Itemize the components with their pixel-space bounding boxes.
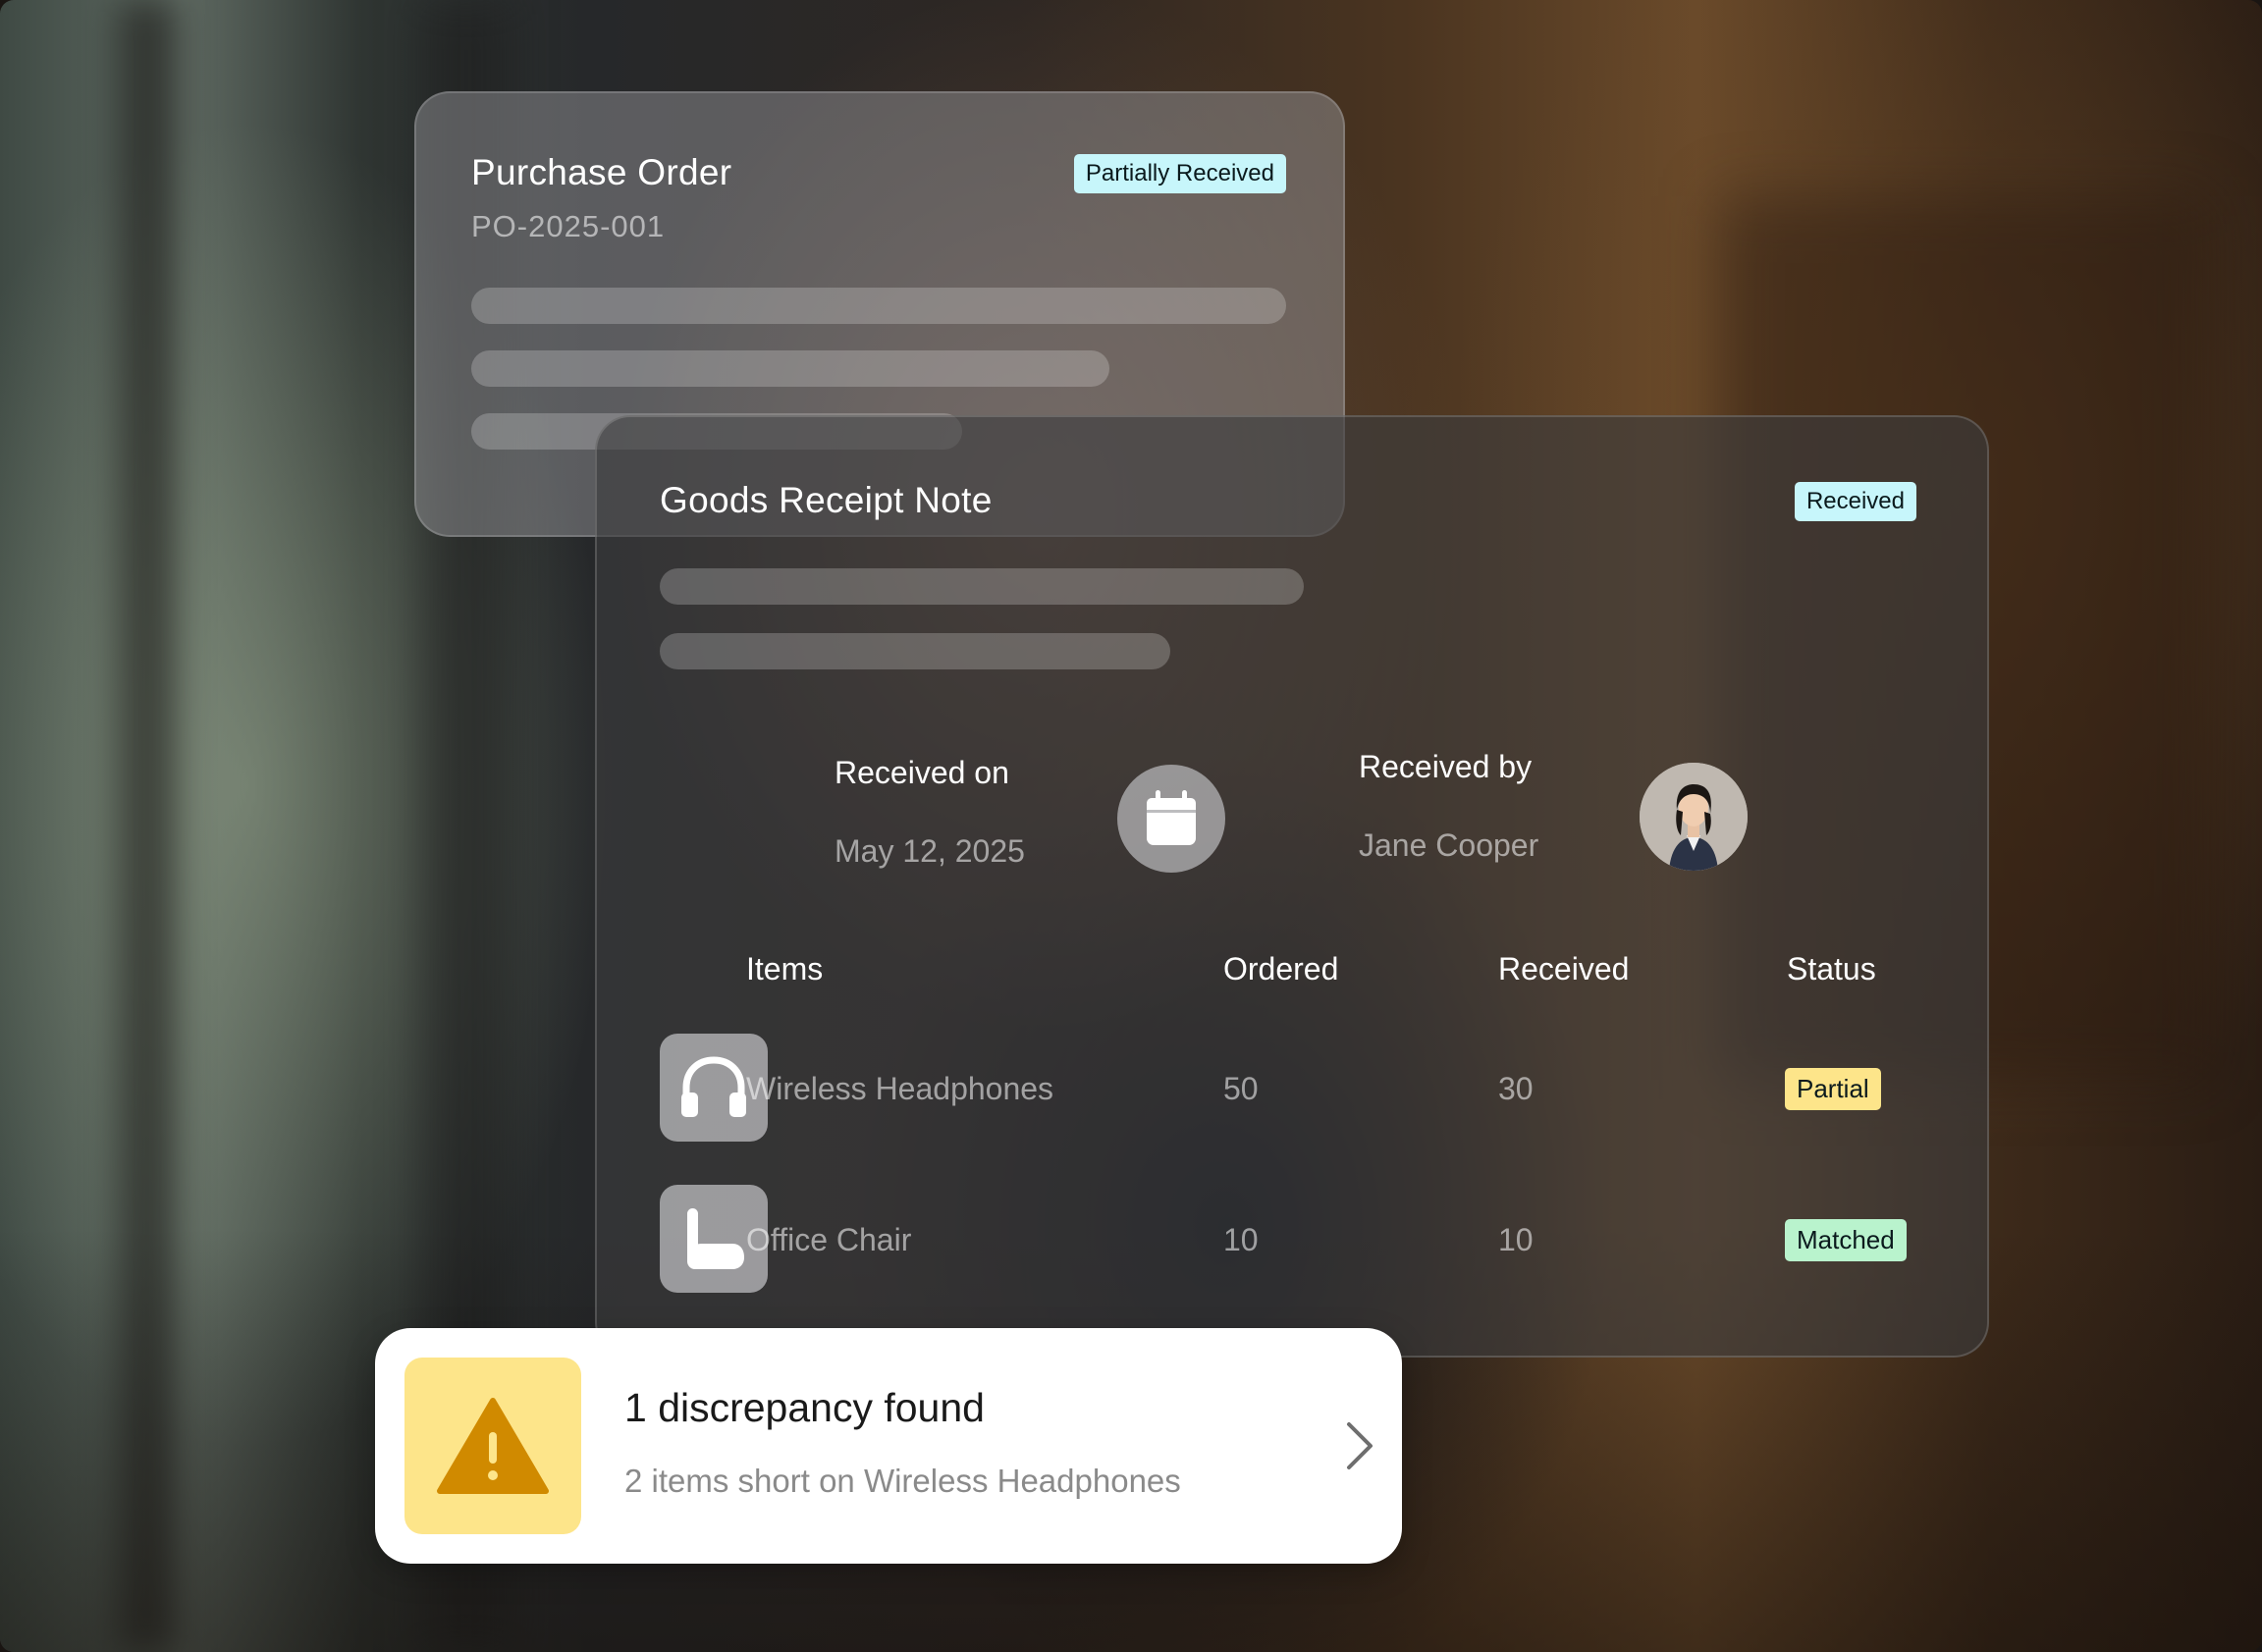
skeleton-line — [660, 568, 1304, 605]
skeleton-line — [471, 288, 1286, 324]
purchase-order-status-badge: Partially Received — [1073, 154, 1286, 193]
column-header-items: Items — [746, 951, 824, 986]
app-stage: Purchase Order PO-2025-001 Partially Rec… — [0, 0, 2262, 1652]
column-header-ordered: Ordered — [1223, 951, 1339, 986]
column-header-received: Received — [1498, 951, 1630, 986]
item-name: Wireless Headphones — [746, 1071, 1054, 1106]
ordered-quantity: 50 — [1223, 1071, 1259, 1106]
goods-receipt-title: Goods Receipt Note — [660, 480, 993, 520]
column-header-status: Status — [1787, 951, 1876, 986]
received-quantity: 30 — [1498, 1071, 1534, 1106]
avatar[interactable] — [1640, 763, 1748, 871]
chevron-right-icon[interactable] — [1335, 1418, 1384, 1473]
purchase-order-number: PO-2025-001 — [471, 209, 666, 243]
received-quantity: 10 — [1498, 1222, 1534, 1257]
received-on-label: Received on — [835, 755, 1009, 790]
goods-receipt-status-badge: Received — [1794, 482, 1916, 521]
received-by-label: Received by — [1359, 749, 1533, 784]
status-badge: Matched — [1785, 1219, 1907, 1261]
calendar-icon — [1117, 765, 1225, 873]
status-badge: Partial — [1785, 1068, 1881, 1110]
alert-title: 1 discrepancy found — [624, 1385, 985, 1430]
alert-icon-container — [404, 1358, 581, 1534]
discrepancy-alert[interactable]: 1 discrepancy found 2 items short on Wir… — [375, 1328, 1402, 1564]
purchase-order-title: Purchase Order — [471, 152, 732, 192]
warning-icon — [437, 1398, 549, 1494]
ordered-quantity: 10 — [1223, 1222, 1259, 1257]
skeleton-line — [471, 350, 1109, 387]
alert-subtitle: 2 items short on Wireless Headphones — [624, 1463, 1181, 1499]
item-name: Office Chair — [746, 1222, 912, 1257]
goods-receipt-card[interactable]: Goods Receipt Note Received Received on … — [595, 415, 1989, 1358]
received-on-value: May 12, 2025 — [835, 833, 1025, 869]
skeleton-line — [660, 633, 1170, 669]
received-by-value: Jane Cooper — [1359, 827, 1539, 863]
